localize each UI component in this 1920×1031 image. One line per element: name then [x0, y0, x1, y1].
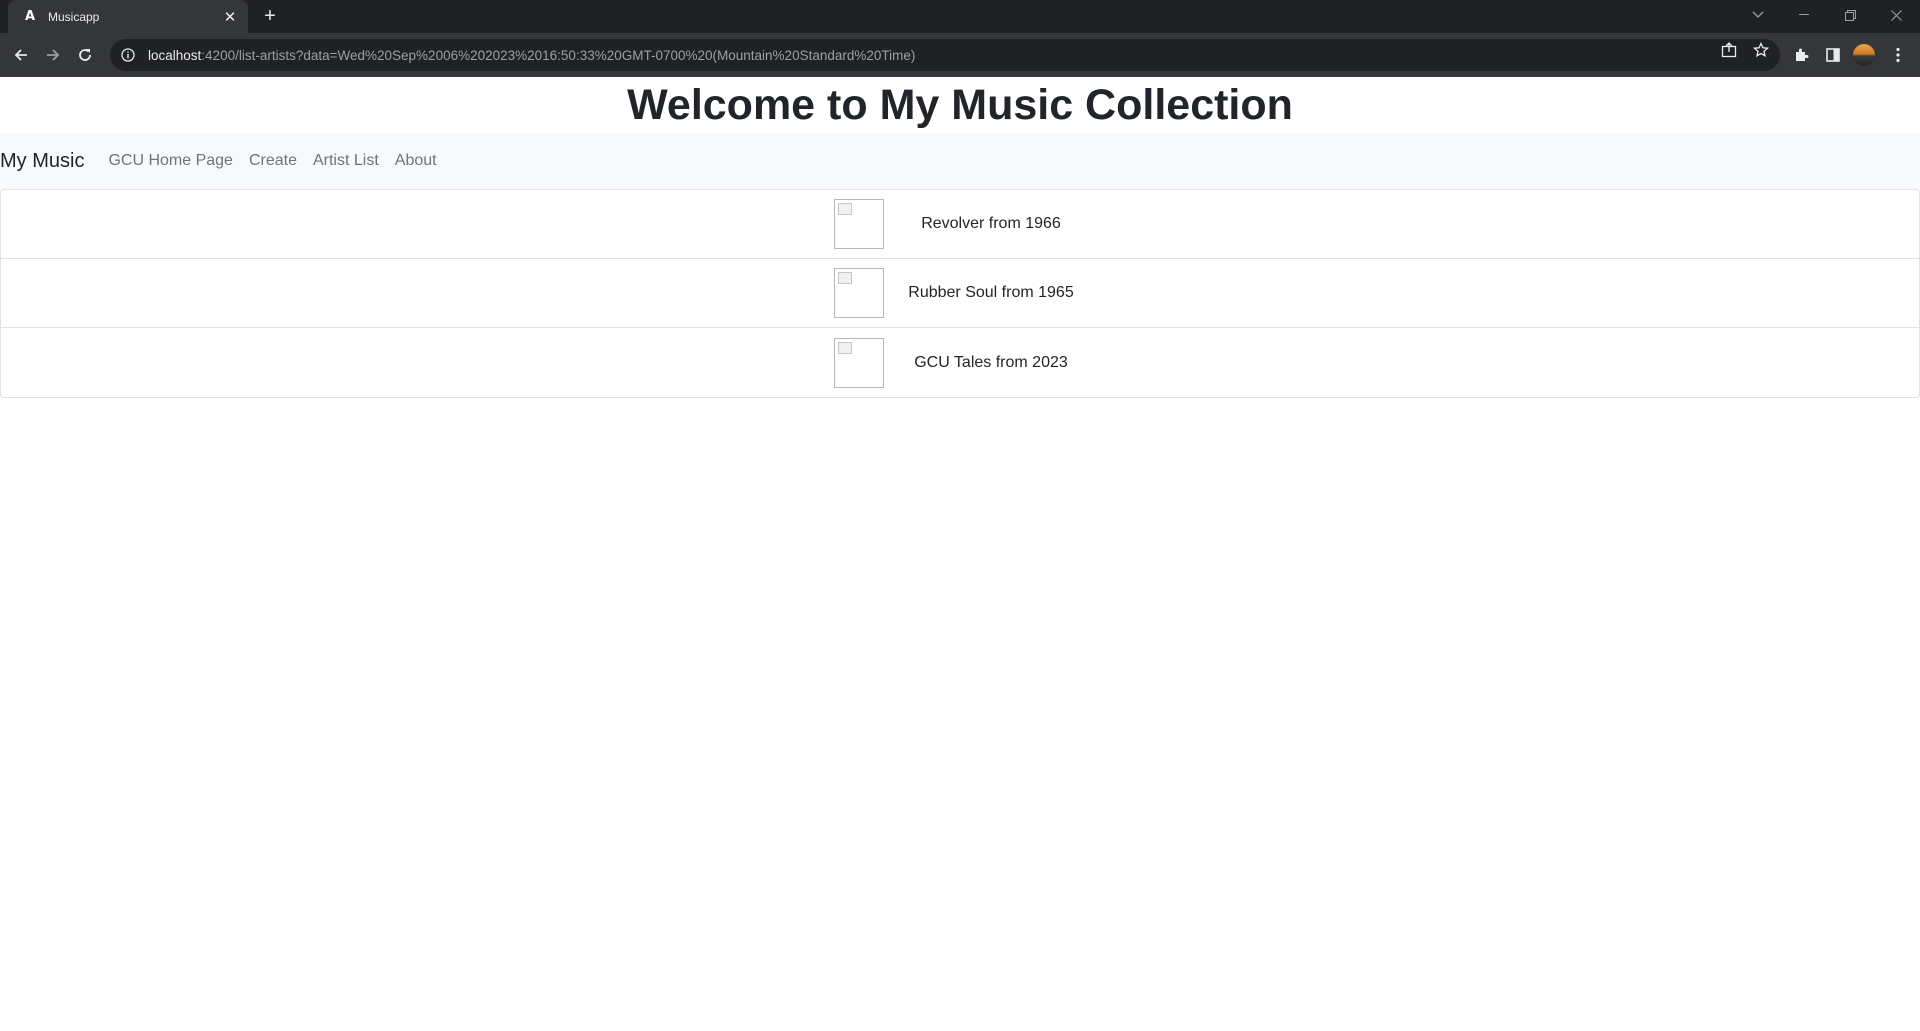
list-item[interactable]: GCU Tales from 2023: [1, 328, 1919, 397]
share-icon[interactable]: [1720, 41, 1738, 59]
album-label: Revolver from 1966: [921, 215, 1061, 232]
new-tab-icon[interactable]: +: [258, 5, 282, 29]
browser-toolbar: localhost:4200/list-artists?data=Wed%20S…: [0, 33, 1920, 77]
tab-title: Musicapp: [48, 9, 100, 24]
forward-icon[interactable]: [40, 42, 66, 68]
nav-link-create[interactable]: Create: [249, 152, 297, 170]
list-item[interactable]: Revolver from 1966: [1, 190, 1919, 259]
tab-search-icon[interactable]: [1735, 0, 1781, 30]
bookmark-star-icon[interactable]: [1752, 41, 1770, 59]
nav-link-gcu-home[interactable]: GCU Home Page: [108, 152, 233, 170]
extensions-icon[interactable]: [1788, 42, 1814, 68]
angular-favicon-icon: A: [24, 9, 36, 24]
nav-link-artist-list[interactable]: Artist List: [313, 152, 379, 170]
browser-tab-bar: A Musicapp ✕ +: [0, 0, 1920, 33]
list-item[interactable]: Rubber Soul from 1965: [1, 259, 1919, 328]
reload-icon[interactable]: [72, 42, 98, 68]
minimize-icon[interactable]: [1781, 0, 1827, 30]
back-icon[interactable]: [8, 42, 34, 68]
nav-link-about[interactable]: About: [395, 152, 437, 170]
album-list: Revolver from 1966 Rubber Soul from 1965…: [0, 189, 1920, 398]
page-content: Welcome to My Music Collection My Music …: [0, 77, 1920, 1031]
tab-close-icon[interactable]: ✕: [222, 8, 238, 26]
browser-menu-icon[interactable]: [1885, 42, 1911, 68]
broken-image-icon: [834, 199, 884, 249]
album-label: Rubber Soul from 1965: [908, 284, 1074, 301]
browser-tab[interactable]: A Musicapp ✕: [8, 0, 248, 33]
side-panel-icon[interactable]: [1820, 42, 1846, 68]
url-text[interactable]: localhost:4200/list-artists?data=Wed%20S…: [148, 48, 915, 63]
restore-icon[interactable]: [1827, 0, 1873, 30]
site-info-icon[interactable]: [120, 47, 136, 63]
broken-image-icon: [834, 337, 884, 388]
address-bar[interactable]: localhost:4200/list-artists?data=Wed%20S…: [110, 39, 1780, 71]
navbar-brand[interactable]: My Music: [0, 150, 84, 173]
broken-image-icon: [834, 268, 884, 318]
album-label: GCU Tales from 2023: [914, 353, 1068, 371]
profile-avatar[interactable]: [1853, 44, 1875, 66]
close-window-icon[interactable]: [1873, 0, 1919, 30]
main-navbar: My Music GCU Home Page Create Artist Lis…: [0, 133, 1920, 189]
page-title: Welcome to My Music Collection: [627, 81, 1293, 129]
